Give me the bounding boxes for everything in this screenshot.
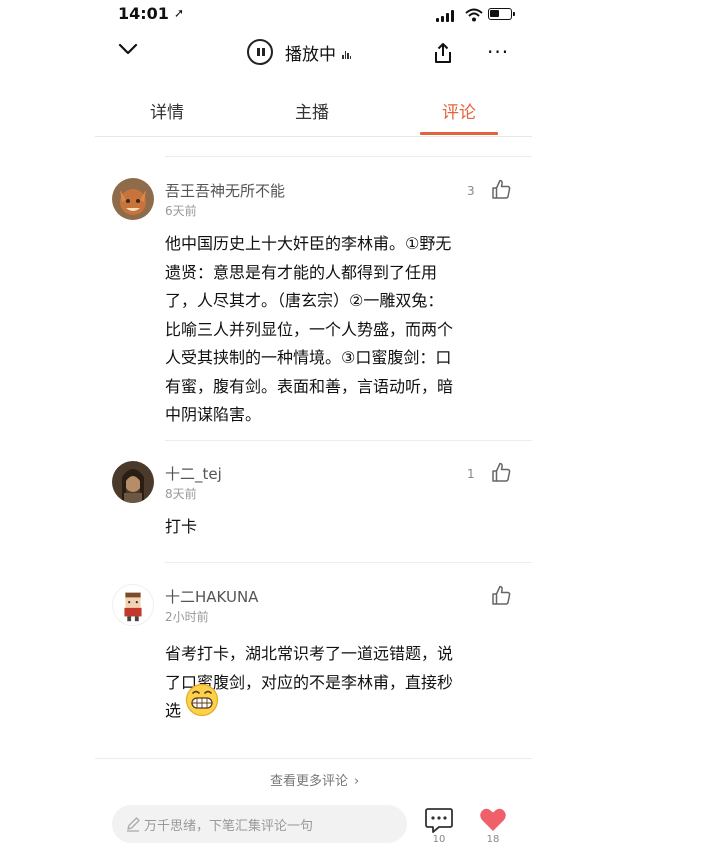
cellular-signal-icon — [436, 10, 458, 22]
view-more-comments-link[interactable]: 查看更多评论 › — [270, 770, 359, 789]
avatar[interactable] — [112, 461, 154, 503]
comment-time: 2小时前 — [165, 610, 209, 624]
comment-line: 他中国历史上十大奸臣的李林甫。①野无 — [165, 234, 452, 253]
thumbs-up-icon[interactable] — [490, 461, 512, 483]
like-count: 3 — [467, 184, 475, 198]
comment-line: 遗贤：意思是有才能的人都得到了任用 — [165, 262, 438, 282]
audio-bars-icon — [342, 49, 351, 59]
comment-line: 打卡 — [165, 517, 198, 536]
tab-details[interactable]: 详情 — [150, 98, 184, 123]
avatar[interactable] — [112, 178, 154, 220]
like-button[interactable]: 18 — [478, 806, 508, 845]
comment-line: 有蜜，腹有剑。表面和善，言语动听，暗 — [165, 376, 454, 396]
playback-control[interactable]: 播放中 — [247, 39, 351, 65]
comment-item: 十二_tej 8天前 1 打卡 — [112, 461, 522, 551]
divider — [165, 156, 532, 157]
play-status-label: 播放中 — [285, 44, 336, 65]
thumbs-up-icon[interactable] — [490, 584, 512, 606]
pencil-icon — [127, 817, 140, 832]
comment-time: 8天前 — [165, 487, 197, 501]
tab-comments[interactable]: 评论 — [442, 98, 476, 123]
comment-line: 了，人尽其才。（唐玄宗）②一雕双兔： — [165, 291, 444, 310]
heart-icon — [480, 808, 506, 831]
comment-line: 省考打卡，湖北常识考了一道远错题，说 — [165, 644, 454, 663]
comment-line: 中阴谋陷害。 — [165, 405, 262, 424]
comment-username[interactable]: 吾王吾神无所不能 — [165, 180, 285, 201]
comment-line: 选 — [165, 701, 182, 720]
divider — [165, 440, 532, 441]
avatar[interactable] — [112, 584, 154, 626]
comment-bubble-icon — [425, 808, 453, 833]
comment-username[interactable]: 十二_tej — [165, 463, 222, 484]
comment-username[interactable]: 十二HAKUNA — [165, 586, 258, 607]
chevron-right-icon: › — [354, 774, 360, 789]
status-time: 14:01 — [118, 4, 169, 23]
comment-time: 6天前 — [165, 204, 197, 218]
comment-count: 10 — [432, 834, 446, 845]
battery-icon — [488, 8, 515, 20]
comments-button[interactable]: 10 — [424, 806, 454, 845]
comment-item: 十二HAKUNA 2小时前 省考打卡，湖北常识考了一道远错题，说 了口蜜腹剑，对… — [112, 584, 522, 744]
player-header: 播放中 ··· — [95, 30, 532, 82]
thumbs-up-icon[interactable] — [490, 178, 512, 200]
location-icon: ➚ — [174, 6, 185, 20]
comment-line: 比喻三人并列显位，一个人势盛，而两个 — [165, 319, 454, 339]
share-icon[interactable] — [432, 42, 454, 64]
like-count: 1 — [467, 467, 475, 481]
comment-item: 吾王吾神无所不能 6天前 3 他中国历史上十大奸臣的李林甫。①野无 遗贤：意思是… — [112, 178, 522, 438]
wifi-icon — [465, 8, 483, 22]
divider — [165, 562, 532, 563]
comment-text: 打卡 — [165, 513, 510, 542]
chevron-down-icon[interactable] — [117, 42, 139, 56]
tab-host[interactable]: 主播 — [295, 98, 329, 123]
status-bar: 14:01 ➚ — [118, 4, 518, 26]
comment-line: 人受其挟制的一种情境。③口蜜腹剑：口 — [165, 348, 452, 367]
comment-line-with-emoji: 选 — [165, 683, 510, 726]
more-options-icon[interactable]: ··· — [487, 42, 509, 62]
comment-text: 他中国历史上十大奸臣的李林甫。①野无 遗贤：意思是有才能的人都得到了任用 了，人… — [165, 230, 510, 430]
comment-text: 省考打卡，湖北常识考了一道远错题，说 了口蜜腹剑，对应的不是李林甫，直接秒 选 — [165, 640, 510, 726]
view-more-comments-label: 查看更多评论 — [270, 774, 349, 789]
active-tab-indicator — [420, 132, 498, 135]
tab-bar: 详情 主播 评论 — [95, 92, 532, 137]
like-count-total: 18 — [486, 834, 500, 845]
pause-icon[interactable] — [247, 39, 273, 65]
divider — [95, 758, 532, 759]
comment-input-placeholder: 万千思绪，下笔汇集评论一句 — [144, 819, 314, 834]
grinning-emoji-icon — [185, 683, 219, 717]
comment-input[interactable]: 万千思绪，下笔汇集评论一句 — [112, 805, 407, 843]
